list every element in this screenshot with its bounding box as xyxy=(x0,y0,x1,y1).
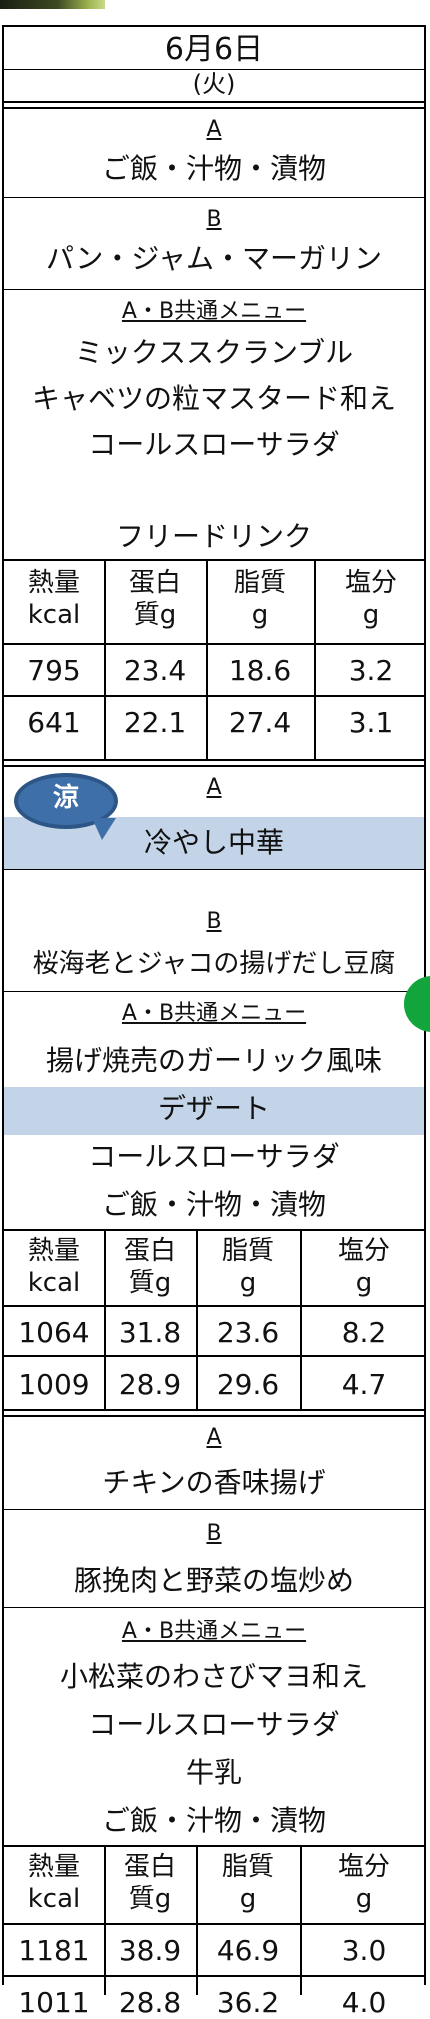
option-b-item: 豚挽肉と野菜の塩炒め xyxy=(73,1564,354,1597)
header-salt: 塩分 g xyxy=(337,1852,390,1914)
common-menu-label: A・B共通メニュー xyxy=(121,299,307,324)
header-protein: 蛋白 質g xyxy=(128,568,181,630)
header-fat: 脂質 g xyxy=(221,1236,274,1298)
common-menu-item: コールスローサラダ xyxy=(88,1140,340,1173)
table-cell: 46.9 xyxy=(216,1934,280,1967)
nutrition-table: 熱量 kcal 蛋白 質g 脂質 g 塩分 g 1064 31.8 23.6 8… xyxy=(4,1229,424,1409)
table-cell: 641 xyxy=(27,706,81,739)
table-cell: 1064 xyxy=(18,1316,90,1349)
common-menu-item: 揚げ焼売のガーリック風味 xyxy=(45,1044,382,1077)
table-cell: 27.4 xyxy=(228,706,292,739)
header-protein: 蛋白 質g xyxy=(123,1236,176,1298)
table-cell: 23.4 xyxy=(123,654,187,687)
common-menu-label: A・B共通メニュー xyxy=(121,1619,307,1644)
weekday: (火) xyxy=(192,70,236,98)
option-b-label: B xyxy=(206,207,222,232)
table-cell: 3.0 xyxy=(341,1934,387,1967)
common-menu-item: フリードリンク xyxy=(115,520,312,553)
header-kcal: 熱量 kcal xyxy=(27,568,81,630)
header-fat: 脂質 g xyxy=(233,568,286,630)
option-a-item: 冷やし中華 xyxy=(143,826,284,859)
common-menu-item: 小松菜のわさびマヨ和え xyxy=(59,1660,368,1693)
nutrition-table: 熱量 kcal 蛋白 質g 脂質 g 塩分 g 795 23.4 18.6 3.… xyxy=(4,559,424,759)
common-menu-label: A・B共通メニュー xyxy=(121,1001,307,1026)
table-cell: 3.1 xyxy=(348,706,394,739)
table-cell: 22.1 xyxy=(123,706,187,739)
top-photo-fragment xyxy=(0,0,105,9)
table-cell: 1011 xyxy=(18,1986,90,2019)
table-cell: 31.8 xyxy=(118,1316,182,1349)
common-menu-item: デザート xyxy=(157,1092,270,1125)
header-kcal: 熱量 kcal xyxy=(27,1852,81,1914)
date-title: 6月6日 xyxy=(164,32,264,67)
common-menu-item: コールスローサラダ xyxy=(88,428,340,461)
table-cell: 38.9 xyxy=(118,1934,182,1967)
table-cell: 1181 xyxy=(18,1934,90,1967)
option-b-label: B xyxy=(206,909,222,934)
table-cell: 28.8 xyxy=(118,1986,182,2019)
option-a-label: A xyxy=(206,1425,222,1450)
common-menu-item: ミックススクランブル xyxy=(74,336,354,369)
table-cell: 4.7 xyxy=(341,1368,387,1401)
table-cell: 4.0 xyxy=(341,1986,387,2019)
option-b-item: 桜海老とジャコの揚げだし豆腐 xyxy=(32,949,396,979)
cool-dish-badge-tail xyxy=(92,818,116,840)
option-a-item: チキンの香味揚げ xyxy=(102,1466,326,1499)
header-protein: 蛋白 質g xyxy=(123,1852,176,1914)
option-b-item: パン・ジャム・マーガリン xyxy=(45,242,382,275)
nutrition-table: 熱量 kcal 蛋白 質g 脂質 g 塩分 g 1181 38.9 46.9 3… xyxy=(4,1845,424,2017)
option-a-label: A xyxy=(206,117,222,142)
option-a-item: ご飯・汁物・漬物 xyxy=(101,152,326,185)
table-cell: 23.6 xyxy=(216,1316,280,1349)
common-menu-item: ご飯・汁物・漬物 xyxy=(101,1804,326,1837)
common-menu-item: 牛乳 xyxy=(185,1756,242,1789)
option-b-label: B xyxy=(206,1521,222,1546)
table-cell: 8.2 xyxy=(341,1316,387,1349)
header-salt: 塩分 g xyxy=(337,1236,390,1298)
table-cell: 36.2 xyxy=(216,1986,280,2019)
table-cell: 1009 xyxy=(18,1368,90,1401)
cool-dish-badge-text: 涼 xyxy=(52,783,79,813)
common-menu-item: コールスローサラダ xyxy=(88,1708,340,1741)
common-menu-item: キャベツの粒マスタード和え xyxy=(31,382,396,415)
common-menu-item: ご飯・汁物・漬物 xyxy=(101,1188,326,1221)
header-fat: 脂質 g xyxy=(221,1852,274,1914)
header-salt: 塩分 g xyxy=(344,568,397,630)
header-kcal: 熱量 kcal xyxy=(27,1236,81,1298)
menu-sheet: 6月6日 (火) A ご飯・汁物・漬物 B パン・ジャム・マーガリン A・B共通… xyxy=(2,25,426,2017)
table-cell: 29.6 xyxy=(216,1368,280,1401)
table-cell: 28.9 xyxy=(118,1368,182,1401)
table-cell: 18.6 xyxy=(228,654,292,687)
table-cell: 795 xyxy=(27,654,81,687)
table-cell: 3.2 xyxy=(348,654,394,687)
